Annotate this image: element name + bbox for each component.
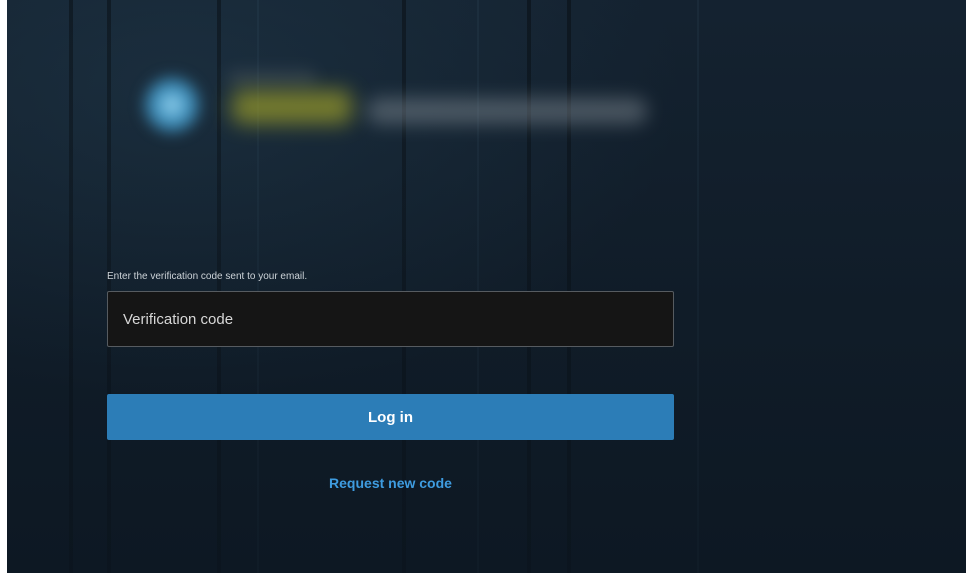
login-button[interactable]: Log in	[107, 394, 674, 440]
background-streak	[69, 0, 73, 573]
blurred-logo	[127, 60, 667, 150]
login-screen: Enter the verification code sent to your…	[7, 0, 966, 573]
logo-text-blur	[367, 98, 647, 124]
background-streak	[697, 0, 699, 573]
verification-code-input[interactable]	[107, 291, 674, 347]
logo-text-blur	[232, 90, 352, 124]
verification-hint: Enter the verification code sent to your…	[107, 271, 308, 282]
verification-form: Enter the verification code sent to your…	[107, 270, 674, 491]
logo-text-blur	[227, 70, 317, 86]
logo-icon	[139, 72, 205, 138]
request-new-code-link[interactable]: Request new code	[107, 475, 674, 491]
